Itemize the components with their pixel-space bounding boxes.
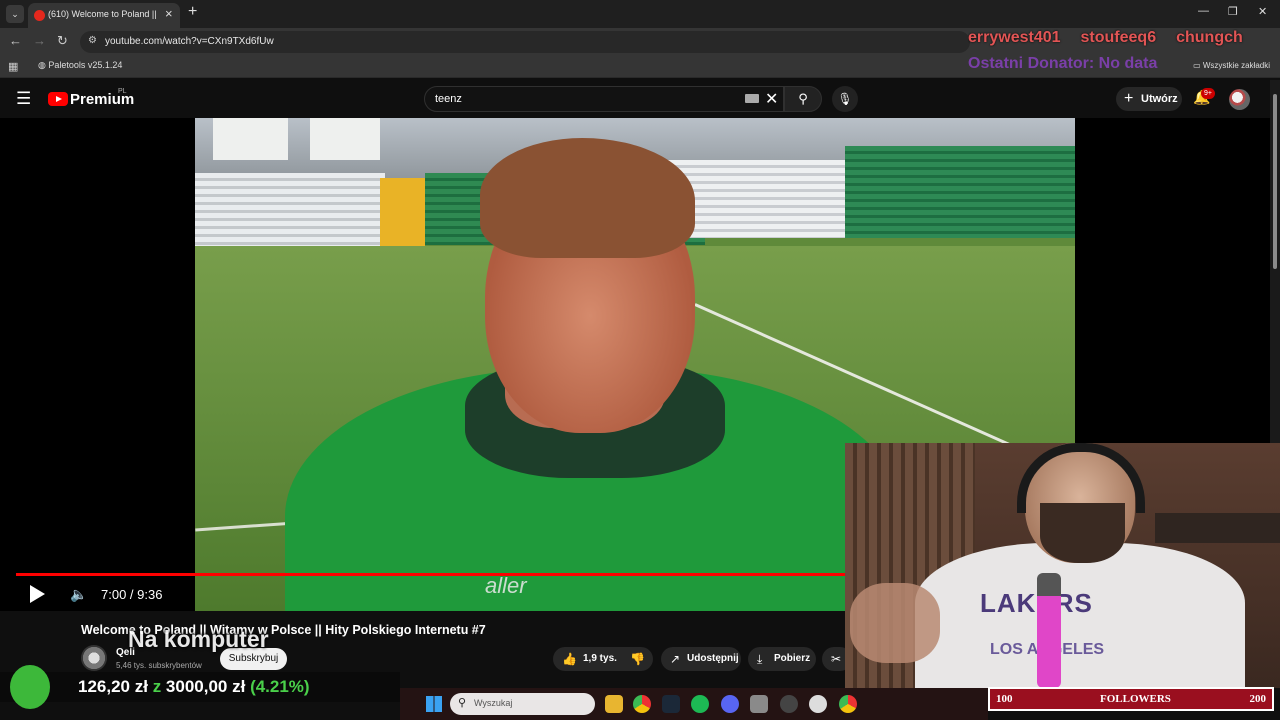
discord-icon[interactable] [721,695,739,713]
screen: ⌄ (610) Welcome to Poland || Wit × + — ❐… [0,0,1280,720]
search-value: teenz [435,93,462,105]
chrome-profile-icon[interactable] [839,695,857,713]
jersey-sponsor-text: aller [485,573,527,598]
donation-goal-text: 126,20 zł z 3000,00 zł (4.21%) [78,677,310,697]
video-player-hair [480,138,695,258]
account-avatar[interactable] [1229,89,1250,110]
obs-icon[interactable] [780,695,798,713]
webcam-shelf [1155,513,1280,543]
minimize-icon[interactable]: — [1198,5,1209,17]
maximize-icon[interactable]: ❐ [1228,5,1238,18]
like-count: 1,9 tys. [583,653,617,664]
search-button[interactable]: ⚲ [784,86,822,112]
ticker-name: errywest401 [968,29,1061,46]
goal-percent: (4.21%) [250,677,310,696]
channel-avatar[interactable] [81,645,107,671]
file-explorer-icon[interactable] [605,695,623,713]
youtube-logo-play-icon [56,96,62,102]
apps-grid-icon[interactable]: ▦ [8,60,18,73]
chrome-icon[interactable] [633,695,651,713]
bookmark-label: Paletools v25.1.24 [48,60,123,70]
last-donator: Ostatni Donator: No data [968,55,1158,72]
voice-search-button[interactable]: 🎙 [832,86,858,112]
followers-max: 200 [1249,693,1267,705]
goal-sep: z [152,677,162,696]
video-stands-green-right [845,146,1075,238]
reload-icon[interactable]: ↻ [57,33,68,49]
video-stands-yellow [380,178,425,250]
all-bookmarks[interactable]: ▭ Wszystkie zakładki [1193,61,1270,70]
channel-subscribers: 5,46 tys. subskrybentów [116,661,202,670]
taskbar-search[interactable]: ⚲ Wyszukaj [450,693,595,715]
search-input[interactable]: teenz ✕ [424,86,784,112]
ticker-name: stoufeeq6 [1080,29,1157,46]
webcam-feed: LAKERS LOS ANGELES [845,443,1280,688]
goal-current: 126,20 zł [78,677,148,696]
back-icon[interactable]: ← [9,33,22,48]
address-url: youtube.com/watch?v=CXn9TXd6fUw [105,36,274,47]
microphone-icon: 🎙 [837,92,853,106]
search-icon: ⚲ [458,697,467,709]
window-close-icon[interactable]: ✕ [1258,5,1267,18]
share-label: Udostępnij [687,653,739,664]
tab-close-icon[interactable]: × [165,6,173,21]
create-button[interactable]: + Utwórz [1116,87,1182,111]
video-progress-fill [16,573,919,576]
create-label: Utwórz [1141,93,1178,105]
plus-icon: + [1124,90,1134,107]
followers-min: 100 [996,693,1013,705]
stream-caption: Na komputer [128,626,269,652]
video-banner [310,118,380,160]
clear-search-icon[interactable]: ✕ [765,89,778,109]
play-icon[interactable] [30,585,45,603]
donation-goal-circle [10,665,50,709]
notification-badge: 9+ [1201,88,1215,99]
windows-start-icon[interactable] [426,696,442,712]
menu-icon[interactable]: ☰ [16,89,31,109]
all-bookmarks-label: Wszystkie zakładki [1202,61,1270,70]
thumbs-up-icon: 👍 [562,652,577,666]
webcam-hand [850,583,940,663]
steam-icon[interactable] [662,695,680,713]
video-stands-left [195,173,385,248]
tab-search-button[interactable]: ⌄ [6,5,24,23]
spotify-icon[interactable] [691,695,709,713]
dislike-thumbs-down-icon[interactable]: 👎 [630,647,645,671]
download-label: Pobierz [774,653,811,664]
ticker-name: chungch [1176,29,1243,46]
new-tab-icon[interactable]: + [188,3,197,21]
stream-ticker: errywest401 stoufeeq6 chungch [968,29,1280,49]
share-icon: ↗ [670,652,681,666]
video-banner [213,118,288,160]
site-info-icon[interactable]: ⚙ [88,35,97,46]
scrollbar-thumb[interactable] [1273,94,1277,269]
region-code: PL [118,88,127,95]
followers-label: FOLLOWERS [1100,693,1171,705]
youtube-header: ☰ Premium PL teenz ✕ ⚲ 🎙 + Utwórz 🔔 9+ [0,80,1270,118]
bookmark-paletools[interactable]: ◍ Paletools v25.1.24 [38,60,122,71]
download-icon: ⤓ [757,652,763,666]
keyboard-icon[interactable] [745,94,759,103]
windows-taskbar: ⚲ Wyszukaj [400,688,988,720]
paint-icon[interactable] [750,695,768,713]
forward-icon[interactable]: → [33,33,46,48]
followers-goal-bar: 100 FOLLOWERS 200 [988,687,1274,711]
search-icon: ⚲ [798,91,808,106]
goal-target: 3000,00 zł [165,677,246,696]
share-button[interactable]: ↗ Udostępnij [661,647,741,671]
webcam-bottle [1037,573,1061,688]
youtube-favicon-icon [34,10,45,21]
browser-tab-active[interactable]: (610) Welcome to Poland || Wit × [28,3,180,28]
video-time: 7:00 / 9:36 [101,587,163,602]
download-button[interactable]: ⤓ Pobierz [748,647,816,671]
scissors-icon: ✂ [831,652,842,666]
volume-icon[interactable]: 🔈 [70,586,87,603]
app-icon[interactable] [809,695,827,713]
browser-tab-strip: ⌄ (610) Welcome to Poland || Wit × + — ❐… [0,0,1280,28]
taskbar-search-placeholder: Wyszukaj [474,698,513,708]
address-bar[interactable]: ⚙ youtube.com/watch?v=CXn9TXd6fUw [80,31,970,53]
tab-title: (610) Welcome to Poland || Wit [48,9,158,19]
